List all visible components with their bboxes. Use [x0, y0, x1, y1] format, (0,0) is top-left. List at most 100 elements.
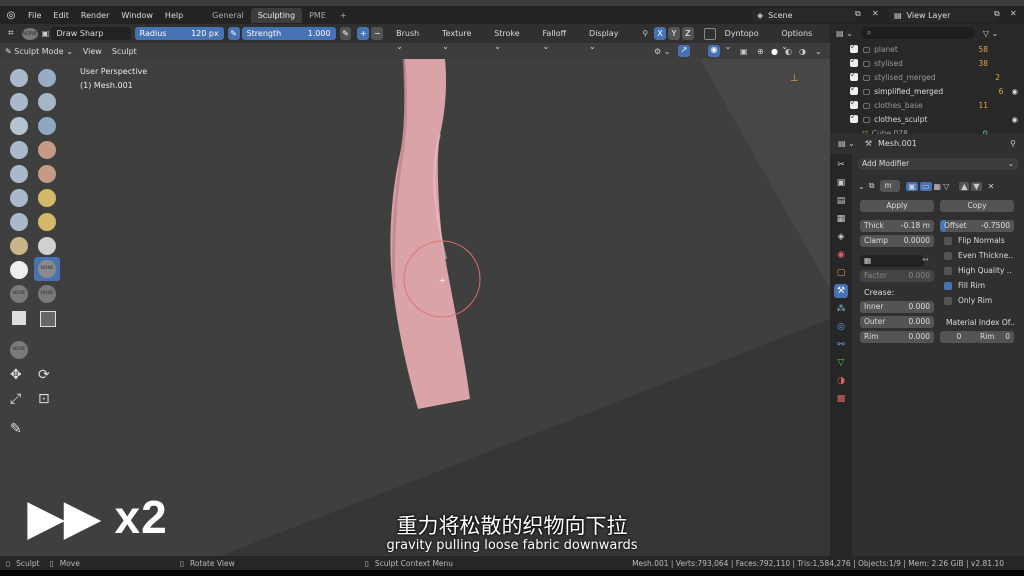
show-gizmo-icon[interactable]: ↗ — [678, 45, 690, 57]
dyntopo-menu[interactable]: Dyntopo ⌄ — [720, 27, 773, 51]
none-brush-icon-2[interactable]: NONE — [10, 285, 28, 303]
workspace-tab-sculpting[interactable]: Sculpting — [250, 7, 303, 23]
only-rim-checkbox[interactable]: Only Rim — [944, 296, 992, 305]
vertex-group-field[interactable]: ▦ — [860, 255, 924, 267]
scale-tool-icon[interactable]: ⤢ — [10, 391, 21, 407]
shading-options-icon[interactable]: ⌄ — [815, 47, 822, 56]
eye-icon[interactable]: ◉ — [1011, 115, 1018, 124]
direction-add-button[interactable]: + — [357, 27, 370, 40]
tool-tab-icon[interactable]: ✂ — [834, 158, 848, 172]
wireframe-shading-icon[interactable]: ⊕ — [757, 47, 764, 56]
pinch-brush-icon[interactable] — [10, 213, 28, 231]
stroke-menu[interactable]: Stroke ⌄ — [489, 27, 533, 51]
mirror-z-toggle[interactable]: Z — [681, 27, 694, 40]
snake-hook-brush-icon[interactable] — [10, 237, 28, 255]
view-layer-tab-icon[interactable]: ▦ — [834, 212, 848, 226]
modifier-tab-icon[interactable]: ⚒ — [834, 284, 848, 298]
transform-tool-icon[interactable]: ⊡ — [38, 391, 50, 407]
offset-field[interactable]: Offset -0.7500 — [940, 220, 1014, 232]
particles-tab-icon[interactable]: ⁂ — [834, 302, 848, 316]
draw-sharp-brush-icon[interactable] — [38, 69, 56, 87]
row-visibility-checkbox[interactable] — [850, 112, 858, 123]
new-view-layer-icon[interactable]: ⧉ — [994, 9, 1000, 19]
xray-icon[interactable]: ▣ — [740, 47, 748, 56]
high-quality-normals-checkbox[interactable]: High Quality .. — [944, 266, 1012, 275]
texture-menu[interactable]: Texture ⌄ — [437, 27, 485, 51]
expand-icon[interactable]: ⌄ — [858, 182, 865, 191]
move-tool-icon[interactable]: ✥ — [10, 367, 22, 383]
falloff-menu[interactable]: Falloff ⌄ — [538, 27, 580, 51]
delete-view-layer-icon[interactable]: ✕ — [1010, 9, 1017, 18]
brush-menu[interactable]: Brush ⌄ — [391, 27, 433, 51]
menu-edit[interactable]: Edit — [47, 11, 75, 20]
workspace-tab-general[interactable]: General — [205, 8, 251, 23]
none-brush-icon-4[interactable]: NONE — [10, 341, 28, 359]
sculpt-mode-menu[interactable]: ✎ Sculpt Mode ⌄ — [0, 47, 78, 56]
crease-inner-field[interactable]: Inner 0.000 — [860, 301, 934, 313]
direction-subtract-button[interactable]: − — [371, 27, 384, 40]
outliner-filter-icon[interactable]: ▽ ⌄ — [983, 29, 998, 38]
outliner-editor-icon[interactable]: ▤ ⌄ — [836, 29, 853, 38]
apply-button[interactable]: Apply — [860, 200, 934, 212]
fill-brush-icon[interactable] — [10, 189, 28, 207]
box-mask-icon[interactable] — [12, 311, 26, 325]
radius-field[interactable]: Radius 120 px — [134, 27, 224, 40]
material-offset-field[interactable]: 0 — [940, 331, 978, 343]
editor-type-icon[interactable]: ⌗ — [0, 28, 22, 39]
thumb-brush-icon[interactable] — [38, 237, 56, 255]
properties-editor-icon[interactable]: ▤ ⌄ — [838, 139, 855, 148]
overlays-icon[interactable]: ◉ — [708, 45, 720, 57]
texture-tab-icon[interactable]: ▩ — [834, 392, 848, 406]
move-up-icon[interactable]: ▲ — [959, 181, 970, 191]
flip-normals-checkbox[interactable]: Flip Normals — [944, 236, 1005, 245]
annotate-tool-icon[interactable]: ✎ — [10, 421, 22, 437]
brush-browse-icon[interactable]: ▣ — [42, 29, 52, 38]
draw-brush-icon[interactable] — [10, 69, 28, 87]
new-scene-icon[interactable]: ⧉ — [855, 9, 861, 19]
outliner-search-input[interactable]: ⌕ — [860, 27, 975, 39]
layer-brush-icon[interactable] — [10, 117, 28, 135]
sculpt-menu[interactable]: Sculpt — [107, 47, 142, 56]
crease-rim-field[interactable]: Rim 0.000 — [860, 331, 934, 343]
blender-logo-icon[interactable]: ◎ — [0, 10, 22, 21]
scene-tab-icon[interactable]: ◈ — [834, 230, 848, 244]
row-visibility-checkbox[interactable] — [850, 56, 858, 67]
outliner-row[interactable]: ▢simplified_merged 6 ◉ — [850, 84, 1024, 98]
grab-brush-icon[interactable] — [38, 213, 56, 231]
material-tab-icon[interactable]: ◑ — [834, 374, 848, 388]
add-workspace-icon[interactable]: + — [333, 8, 354, 23]
modifier-name-field[interactable]: m — [880, 180, 901, 192]
crease-brush-icon[interactable] — [38, 141, 56, 159]
outliner-row[interactable]: ▢clothes_sculpt ◉ — [850, 112, 1024, 126]
strength-field[interactable]: Strength 1.000 — [241, 27, 336, 40]
strength-pressure-icon[interactable]: ✎ — [339, 27, 352, 40]
mask-brush-icon[interactable] — [10, 261, 28, 279]
scene-selector[interactable]: ◈ Scene — [752, 8, 857, 22]
material-rim-field[interactable]: Rim 0 — [976, 331, 1014, 343]
crease-outer-field[interactable]: Outer 0.000 — [860, 316, 934, 328]
row-visibility-checkbox[interactable] — [850, 98, 858, 109]
viewport-toggle-icon[interactable]: ▭ — [919, 181, 932, 191]
none-brush-icon-3[interactable]: NONE — [38, 285, 56, 303]
move-down-icon[interactable]: ▼ — [971, 181, 982, 191]
active-tool-highlight[interactable]: NONE — [34, 257, 60, 281]
outliner-row[interactable]: ▢clothes_base 11 — [850, 98, 1024, 112]
solid-shading-icon[interactable]: ● — [771, 47, 778, 56]
pin-icon[interactable]: ⚲ — [1010, 139, 1016, 148]
factor-field[interactable]: Factor 0.000 — [860, 270, 934, 282]
remove-modifier-icon[interactable]: ✕ — [988, 182, 995, 191]
clay-strips-brush-icon[interactable] — [38, 93, 56, 111]
blob-brush-icon[interactable] — [10, 141, 28, 159]
mirror-x-toggle[interactable]: X — [654, 27, 667, 40]
physics-tab-icon[interactable]: ◎ — [834, 320, 848, 334]
row-visibility-checkbox[interactable] — [850, 42, 858, 53]
copy-button[interactable]: Copy — [940, 200, 1014, 212]
display-menu[interactable]: Display ⌄ — [584, 27, 632, 51]
outliner-row[interactable]: ▢stylised 38 — [850, 56, 1024, 70]
invert-vertex-group-icon[interactable]: ↔ — [922, 255, 929, 264]
viewport-gizmo-toggle-icon[interactable]: ⚙ ⌄ — [654, 47, 670, 56]
brush-name-field[interactable]: Draw Sharp — [51, 27, 131, 40]
options-menu[interactable]: Options ⌄ — [776, 27, 826, 51]
render-tab-icon[interactable]: ▣ — [834, 176, 848, 190]
rotate-tool-icon[interactable]: ⟳ — [38, 367, 50, 383]
